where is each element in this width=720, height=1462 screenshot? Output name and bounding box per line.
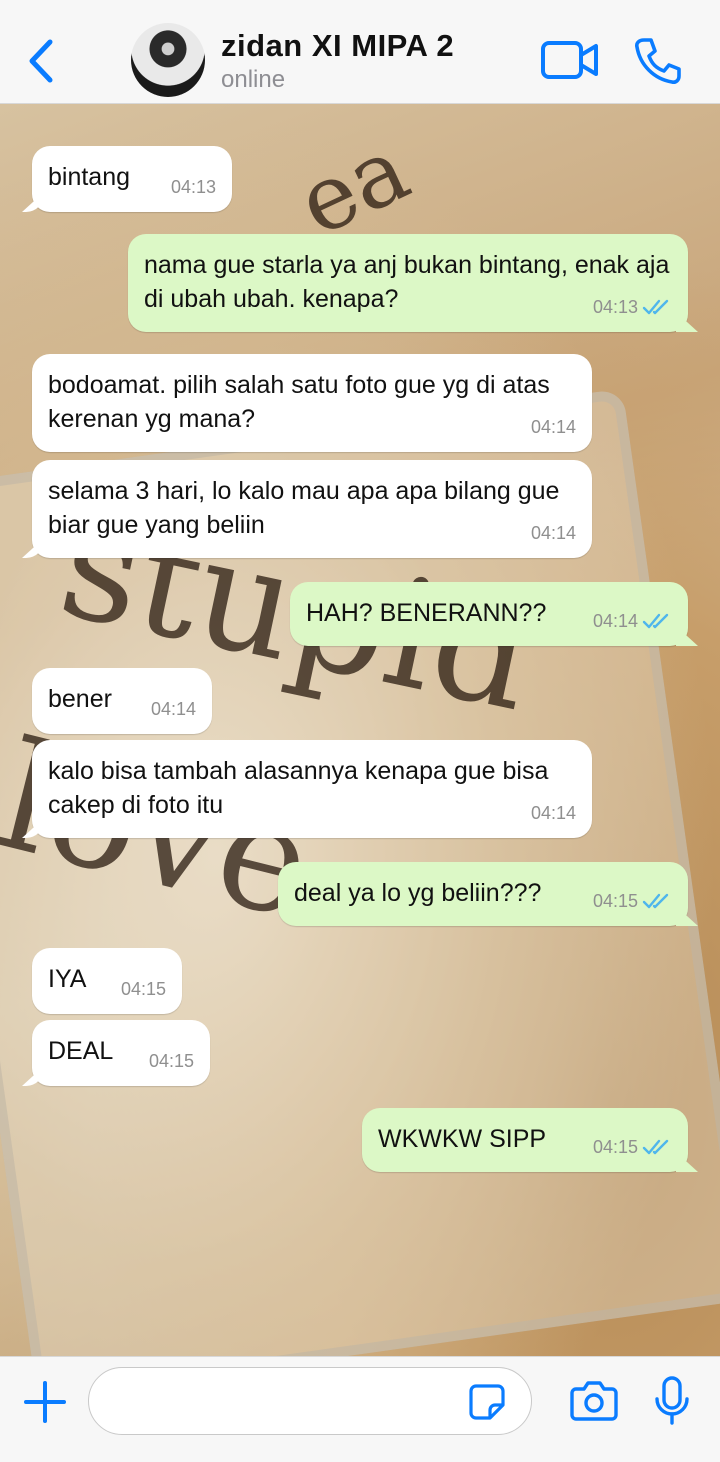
message-outgoing[interactable]: nama gue starla ya anj bukan bintang, en…	[128, 234, 688, 332]
message-time: 04:14	[592, 611, 638, 631]
chat-area[interactable]: ea stupid love bintang 04:13 nama gue st…	[0, 104, 720, 1356]
camera-icon	[570, 1381, 618, 1421]
message-incoming[interactable]: DEAL 04:15	[32, 1020, 210, 1086]
message-text: selama 3 hari, lo kalo mau apa apa bilan…	[48, 477, 560, 539]
plus-icon	[24, 1381, 66, 1423]
double-check-icon	[642, 613, 669, 629]
message-time: 04:14	[530, 523, 576, 543]
video-call-button[interactable]	[540, 38, 600, 84]
double-check-icon	[642, 299, 669, 315]
message-incoming[interactable]: bintang 04:13	[32, 146, 232, 212]
message-outgoing[interactable]: deal ya lo yg beliin??? 04:15	[278, 862, 688, 926]
message-text: kalo bisa tambah alasannya kenapa gue bi…	[48, 757, 549, 819]
message-incoming[interactable]: bener 04:14	[32, 668, 212, 734]
attach-button[interactable]	[22, 1379, 68, 1425]
message-incoming[interactable]: kalo bisa tambah alasannya kenapa gue bi…	[32, 740, 592, 838]
chevron-left-icon	[29, 39, 53, 83]
message-incoming[interactable]: IYA 04:15	[32, 948, 182, 1014]
message-time: 04:15	[592, 891, 638, 911]
message-time: 04:13	[170, 177, 216, 197]
message-time: 04:15	[148, 1051, 194, 1071]
message-outgoing[interactable]: WKWKW SIPP 04:15	[362, 1108, 688, 1172]
message-outgoing[interactable]: HAH? BENERANN?? 04:14	[290, 582, 688, 646]
message-meta: 04:14	[593, 604, 676, 638]
message-time: 04:14	[150, 699, 196, 719]
message-time: 04:15	[592, 1137, 638, 1157]
message-meta: 04:13	[593, 290, 676, 324]
back-button[interactable]	[22, 36, 62, 86]
message-meta: 04:15	[593, 884, 676, 918]
message-incoming[interactable]: bodoamat. pilih salah satu foto gue yg d…	[32, 354, 592, 452]
chat-header: zidan XI MIPA 2 online	[0, 0, 720, 104]
message-text: bodoamat. pilih salah satu foto gue yg d…	[48, 371, 550, 433]
sticker-button[interactable]	[468, 1383, 506, 1421]
camera-button[interactable]	[570, 1379, 618, 1423]
message-time: 04:14	[530, 417, 576, 437]
video-camera-icon	[541, 41, 598, 79]
message-input[interactable]	[88, 1367, 532, 1435]
double-check-icon	[642, 893, 669, 909]
message-meta: 04:15	[593, 1130, 676, 1164]
message-time: 04:14	[530, 803, 576, 823]
voice-call-button[interactable]	[632, 36, 682, 86]
sticker-icon	[469, 1384, 505, 1420]
message-incoming[interactable]: selama 3 hari, lo kalo mau apa apa bilan…	[32, 460, 592, 558]
avatar[interactable]	[131, 23, 205, 97]
contact-name[interactable]: zidan XI MIPA 2	[221, 28, 454, 64]
composer-bar	[0, 1356, 720, 1462]
message-time: 04:15	[120, 979, 166, 999]
microphone-button[interactable]	[654, 1375, 690, 1427]
double-check-icon	[642, 1139, 669, 1155]
microphone-icon	[655, 1376, 689, 1425]
message-time: 04:13	[592, 297, 638, 317]
phone-icon	[635, 38, 681, 84]
contact-status: online	[221, 66, 286, 93]
